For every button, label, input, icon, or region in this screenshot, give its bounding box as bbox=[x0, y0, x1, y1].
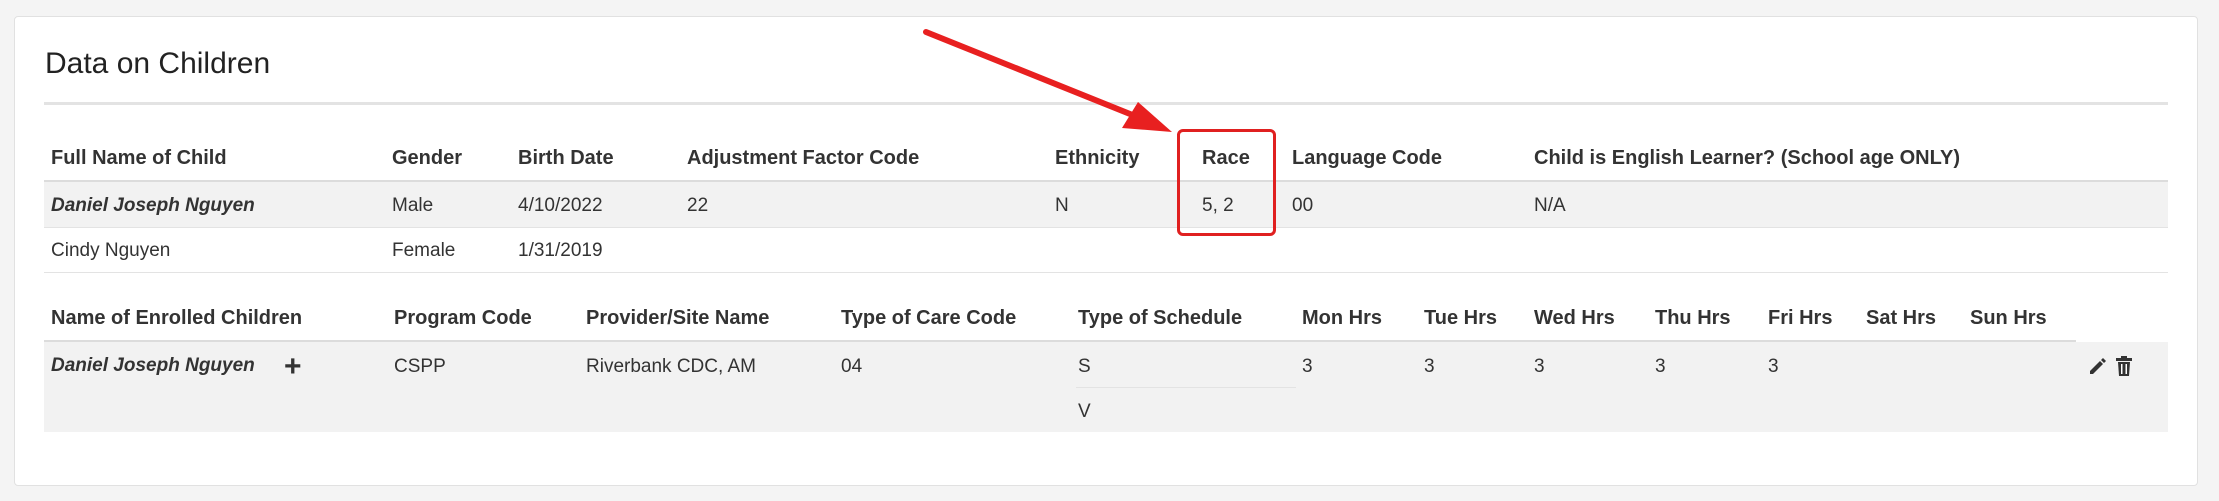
annotation-arrow-icon bbox=[923, 29, 1172, 132]
